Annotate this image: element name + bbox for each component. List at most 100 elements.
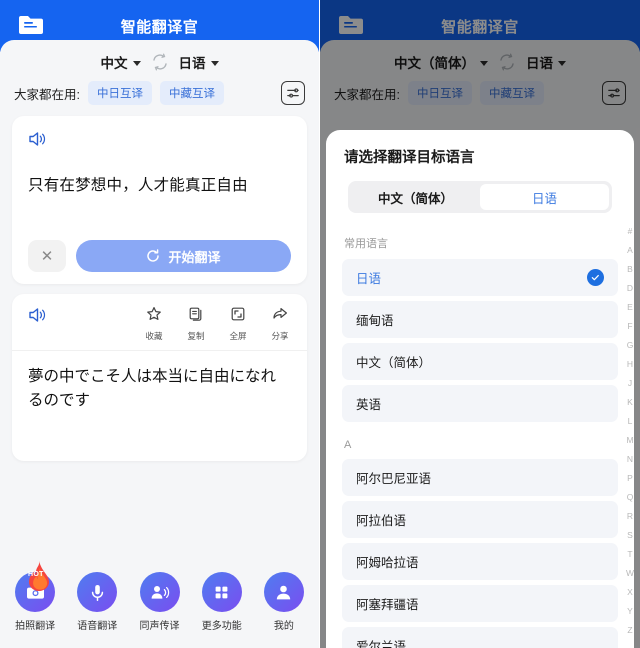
alpha-index-letter[interactable]: P <box>627 469 633 488</box>
alpha-index-letter[interactable]: J <box>628 374 632 393</box>
translate-button[interactable]: 开始翻译 <box>76 240 291 272</box>
direction-segmented-control: 中文（简体） 日语 <box>348 181 612 213</box>
alpha-index-letter[interactable]: A <box>627 241 633 260</box>
list-item[interactable]: 日语 <box>342 259 618 296</box>
common-languages-label: 常用语言 <box>344 238 388 250</box>
list-item[interactable]: 英语 <box>342 385 618 422</box>
nav-label-voice-translate: 语音翻译 <box>77 621 118 632</box>
alpha-index-letter[interactable]: E <box>627 298 633 317</box>
source-language-label: 中文 <box>100 56 128 71</box>
language-picker-modal: 请选择翻译目标语言 中文（简体） 日语 常用语言 日语 缅甸语 中文（简体） 英 <box>326 130 634 648</box>
right-panel: 智能翻译官 中文（简体） 日语 大家都在用: 中日互译 中藏互译 请选择翻译目标… <box>320 0 640 648</box>
language-label: 英语 <box>356 398 382 412</box>
nav-item-more[interactable]: 更多功能 <box>191 572 253 632</box>
fullscreen-icon <box>230 306 246 327</box>
hot-badge-label: HOT <box>28 571 44 578</box>
language-label: 爱尔兰语 <box>356 640 407 648</box>
source-text[interactable]: 只有在梦想中，人才能真正自由 <box>28 174 291 197</box>
pair-chip-1[interactable]: 中藏互译 <box>159 81 224 105</box>
swap-arrows-icon[interactable] <box>151 53 169 71</box>
modal-title: 请选择翻译目标语言 <box>344 150 475 166</box>
fullscreen-button[interactable]: 全屏 <box>225 306 251 342</box>
list-item[interactable]: 缅甸语 <box>342 301 618 338</box>
language-selector-row: 中文 日语 <box>0 40 319 76</box>
alpha-index-letter[interactable]: F <box>627 317 632 336</box>
nav-label-simultaneous: 同声传译 <box>139 621 180 632</box>
speaker-icon[interactable] <box>28 130 48 148</box>
target-language-label: 日语 <box>178 56 206 71</box>
source-language-picker[interactable]: 中文 <box>101 52 141 72</box>
copy-button[interactable]: 复制 <box>183 306 209 342</box>
alpha-index-letter[interactable]: H <box>627 355 633 374</box>
nav-label-more: 更多功能 <box>201 621 242 632</box>
alpha-index-letter[interactable]: Z <box>627 621 632 640</box>
clear-button[interactable]: ✕ <box>28 240 66 272</box>
alpha-index-letter[interactable]: L <box>628 412 633 431</box>
source-text-card: 只有在梦想中，人才能真正自由 ✕ 开始翻译 <box>12 116 307 284</box>
speaker-icon[interactable] <box>28 306 48 324</box>
check-circle-icon <box>587 269 604 286</box>
popular-pairs-label: 大家都在用: <box>14 87 80 102</box>
left-content-sheet: 中文 日语 大家都在用: 中日互译 中藏互译 只有在梦想中，人才能真正自由 ✕ … <box>0 40 319 648</box>
list-item[interactable]: 阿塞拜疆语 <box>342 585 618 622</box>
alpha-index-letter[interactable]: S <box>627 526 633 545</box>
segment-source-language[interactable]: 中文（简体） <box>351 184 480 210</box>
app-root: 智能翻译官 中文 日语 大家都在用: 中日互译 中藏互译 只有在梦想中，人才能真… <box>0 0 640 648</box>
alpha-index-letter[interactable]: Y <box>627 602 633 621</box>
star-icon <box>146 306 162 327</box>
language-label: 阿塞拜疆语 <box>356 598 419 612</box>
interpret-icon <box>139 572 180 612</box>
copy-icon <box>188 306 204 327</box>
result-text[interactable]: 夢の中でこそ人は本当に自由になれるのです <box>28 365 291 413</box>
language-label: 缅甸语 <box>356 314 394 328</box>
nav-item-photo-translate[interactable]: HOT 拍照翻译 <box>4 561 66 632</box>
alpha-index-letter[interactable]: X <box>627 583 633 602</box>
segment-target-language[interactable]: 日语 <box>480 184 609 210</box>
target-language-picker[interactable]: 日语 <box>179 52 219 72</box>
alpha-index-letter[interactable]: M <box>626 431 633 450</box>
alpha-index-letter[interactable]: R <box>627 507 633 526</box>
list-item[interactable]: 爱尔兰语 <box>342 627 618 648</box>
nav-item-simultaneous[interactable]: 同声传译 <box>128 572 190 632</box>
list-item[interactable]: 阿拉伯语 <box>342 501 618 538</box>
grid-icon <box>201 572 242 612</box>
favorite-button[interactable]: 收藏 <box>141 306 167 342</box>
share-icon <box>272 306 288 327</box>
language-label: 阿姆哈拉语 <box>356 556 419 570</box>
language-label: 日语 <box>356 272 382 286</box>
copy-label: 复制 <box>187 331 205 341</box>
alpha-index-letter[interactable]: T <box>627 545 632 564</box>
alpha-index-letter[interactable]: # <box>628 222 633 241</box>
alpha-index-letter[interactable]: K <box>627 393 633 412</box>
language-label: 中文（简体） <box>356 356 432 370</box>
nav-item-voice-translate[interactable]: 语音翻译 <box>66 572 128 632</box>
pair-chip-0[interactable]: 中日互译 <box>87 81 152 105</box>
list-item[interactable]: 中文（简体） <box>342 343 618 380</box>
favorite-label: 收藏 <box>145 331 163 341</box>
fullscreen-label: 全屏 <box>229 331 247 341</box>
alpha-index-letter[interactable]: Q <box>627 488 634 507</box>
refresh-icon <box>146 249 160 263</box>
result-toolbar: 收藏 复制 全屏 分享 <box>12 294 307 351</box>
alpha-index-letter[interactable]: G <box>627 336 634 355</box>
result-body: 夢の中でこそ人は本当に自由になれるのです <box>12 351 307 461</box>
alphabet-index[interactable]: # A B D E F G H J K L M N P Q R S T W X Y Z <box>622 222 638 640</box>
page-title: 智能翻译官 <box>120 18 199 36</box>
bottom-navigation: HOT 拍照翻译 语音翻译 同声传译 更多功能 我的 <box>0 561 319 648</box>
chevron-down-icon <box>210 60 219 66</box>
list-item[interactable]: 阿尔巴尼亚语 <box>342 459 618 496</box>
alpha-index-letter[interactable]: N <box>627 450 633 469</box>
user-icon <box>263 572 304 612</box>
list-item[interactable]: 阿姆哈拉语 <box>342 543 618 580</box>
share-button[interactable]: 分享 <box>267 306 293 342</box>
alpha-index-letter[interactable]: W <box>626 564 634 583</box>
result-tools: 收藏 复制 全屏 分享 <box>141 306 293 342</box>
alpha-index-letter[interactable]: B <box>627 260 633 279</box>
language-label: 阿拉伯语 <box>356 514 407 528</box>
folder-icon[interactable] <box>18 14 44 36</box>
alpha-index-letter[interactable]: D <box>627 279 633 298</box>
group-a-languages-list: 阿尔巴尼亚语 阿拉伯语 阿姆哈拉语 阿塞拜疆语 爱尔兰语 <box>326 459 634 648</box>
sliders-icon[interactable] <box>281 81 305 105</box>
nav-item-mine[interactable]: 我的 <box>253 572 315 632</box>
nav-label-mine: 我的 <box>273 621 294 632</box>
